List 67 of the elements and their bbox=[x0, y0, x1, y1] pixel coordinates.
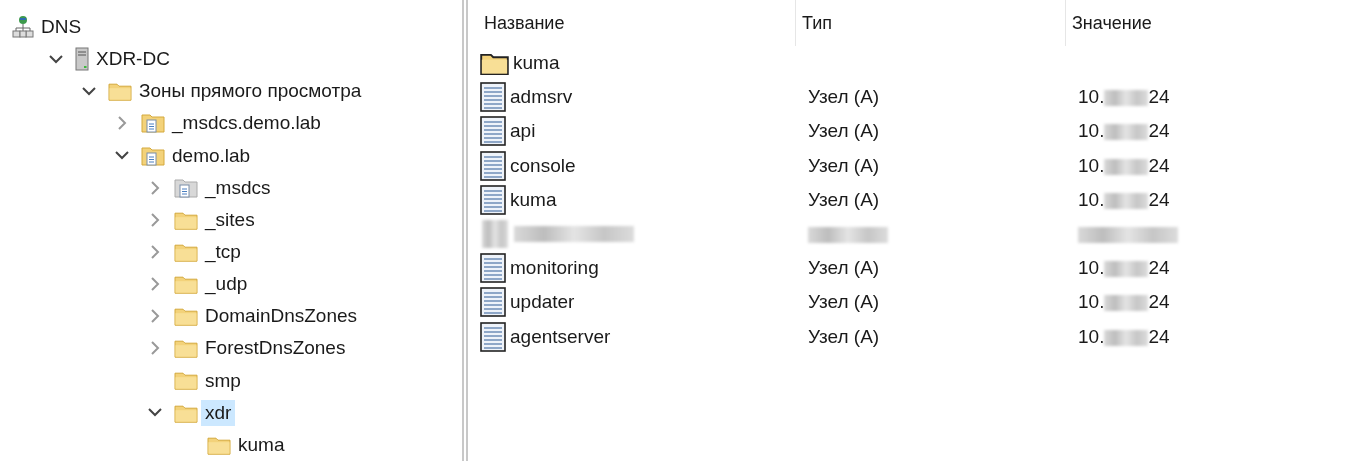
record-type: Узел (A) bbox=[807, 86, 881, 109]
folder-icon bbox=[174, 306, 198, 327]
tree-item[interactable]: Зоны прямого просмотра bbox=[135, 78, 366, 105]
record-value: 10. 24 bbox=[1077, 86, 1171, 109]
chevron-right-icon[interactable] bbox=[150, 245, 160, 260]
zone-folder-icon bbox=[141, 144, 165, 167]
tree-item[interactable]: _tcp bbox=[201, 239, 245, 266]
record-icon bbox=[480, 116, 506, 147]
tree-item[interactable]: DomainDnsZones bbox=[201, 303, 362, 330]
chevron-right-icon[interactable] bbox=[150, 212, 160, 227]
chevron-right-icon[interactable] bbox=[117, 116, 127, 131]
record-icon bbox=[480, 184, 506, 215]
folder-icon bbox=[174, 338, 198, 359]
record-icon bbox=[480, 321, 506, 352]
record-name: agentserver bbox=[510, 325, 611, 348]
record-value: 10. 24 bbox=[1077, 188, 1171, 211]
record-icon bbox=[480, 287, 506, 318]
zone-folder-icon bbox=[141, 112, 165, 135]
record-name: admsrv bbox=[510, 86, 573, 109]
network-icon bbox=[12, 15, 34, 40]
column-header[interactable]: Значение bbox=[1066, 0, 1266, 46]
tree-item[interactable]: _msdcs.demo.lab bbox=[168, 110, 325, 137]
chevron-down-icon[interactable] bbox=[115, 151, 129, 161]
chevron-down-icon[interactable] bbox=[148, 408, 162, 418]
chevron-right-icon[interactable] bbox=[150, 341, 160, 356]
record-name: kuma bbox=[510, 188, 557, 211]
tree-item[interactable]: demo.lab bbox=[168, 142, 255, 169]
record-name: monitoring bbox=[510, 257, 599, 280]
record-value: 10. 24 bbox=[1077, 257, 1171, 280]
record-value: 10. 24 bbox=[1077, 325, 1171, 348]
record-icon bbox=[480, 150, 506, 181]
folder-icon bbox=[174, 274, 198, 295]
folder-icon bbox=[108, 81, 132, 102]
record-type: Узел (A) bbox=[807, 291, 881, 314]
record-type: Узел (A) bbox=[807, 257, 881, 280]
column-header[interactable]: Название bbox=[478, 0, 796, 46]
record-icon bbox=[480, 253, 506, 284]
record-type: Узел (A) bbox=[807, 154, 881, 177]
tree-item[interactable]: _udp bbox=[201, 271, 252, 298]
record-name: kuma bbox=[513, 52, 560, 75]
tree-item[interactable]: smp bbox=[201, 367, 245, 394]
record-type: Узел (A) bbox=[807, 120, 881, 143]
record-icon bbox=[480, 82, 506, 113]
tree-item[interactable]: _msdcs bbox=[201, 174, 275, 201]
chevron-right-icon[interactable] bbox=[150, 180, 160, 195]
tree-item[interactable]: _sites bbox=[201, 206, 259, 233]
record-name: updater bbox=[510, 291, 575, 314]
chevron-right-icon[interactable] bbox=[150, 309, 160, 324]
chevron-down-icon[interactable] bbox=[49, 54, 63, 64]
tree-item[interactable]: ForestDnsZones bbox=[201, 335, 350, 362]
chevron-right-icon[interactable] bbox=[150, 277, 160, 292]
record-value: 10. 24 bbox=[1077, 291, 1171, 314]
zone-folder-icon bbox=[174, 176, 198, 199]
record-value: 10. 24 bbox=[1077, 154, 1171, 177]
record-type: Узел (A) bbox=[807, 325, 881, 348]
record-name: api bbox=[510, 120, 536, 143]
folder-icon bbox=[174, 370, 198, 391]
tree-item[interactable]: XDR-DC bbox=[92, 46, 174, 73]
column-header[interactable]: Тип bbox=[796, 0, 1066, 46]
tree-item[interactable]: xdr bbox=[201, 399, 236, 426]
tree-item[interactable]: DNS bbox=[37, 14, 86, 41]
chevron-down-icon[interactable] bbox=[82, 86, 96, 96]
record-type: Узел (A) bbox=[807, 188, 881, 211]
tree-item[interactable]: kuma bbox=[234, 431, 289, 458]
server-icon bbox=[75, 47, 89, 72]
record-name: console bbox=[510, 154, 576, 177]
record-value: 10. 24 bbox=[1077, 120, 1171, 143]
